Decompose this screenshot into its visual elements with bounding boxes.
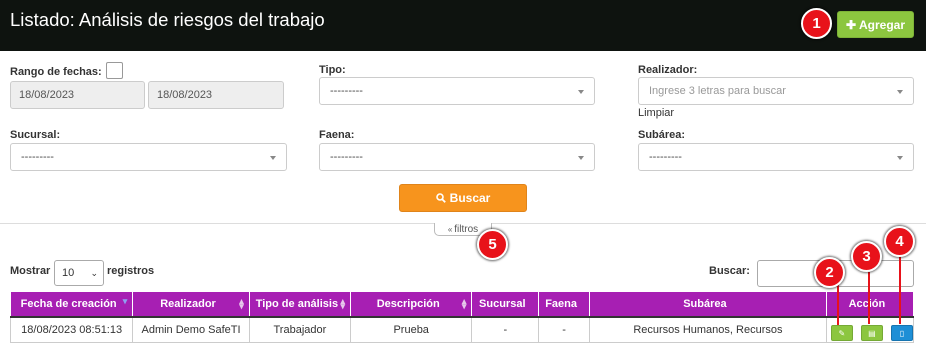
caret-down-icon	[897, 90, 903, 94]
page-length-value: 10	[62, 267, 75, 279]
cell-tipo: Trabajador	[248, 315, 352, 343]
cell-faena: -	[538, 315, 590, 343]
annotation-badge-3: 3	[851, 241, 882, 272]
col-faena-label: Faena	[545, 297, 577, 310]
add-button[interactable]: ✚ Agregar	[837, 11, 914, 38]
sucursal-value: ---------	[21, 151, 54, 163]
caret-down-icon	[578, 90, 584, 94]
annotation-badge-5: 5	[477, 229, 508, 260]
records-label: registros	[107, 265, 155, 277]
chevron-down-icon: ⌄	[90, 268, 98, 278]
clear-link[interactable]: Limpiar	[638, 107, 674, 119]
col-realizador-label: Realizador	[160, 297, 216, 310]
tipo-value: ---------	[330, 85, 363, 97]
col-subarea-label: Subárea	[683, 297, 727, 310]
plus-icon: ✚	[845, 17, 857, 32]
date-range-checkbox[interactable]	[106, 62, 123, 79]
col-descripcion-label: Descripción	[376, 297, 440, 310]
magnifier-icon	[435, 193, 446, 203]
annotation-badge-1: 1	[801, 8, 832, 39]
subarea-select[interactable]: ---------	[638, 143, 914, 171]
caret-down-icon	[897, 156, 903, 160]
caret-down-icon	[578, 156, 584, 160]
faena-value: ---------	[330, 151, 363, 163]
edit-button[interactable]: ✎	[830, 324, 853, 341]
faena-select[interactable]: ---------	[319, 143, 595, 171]
pdf-button[interactable]: ▯	[890, 324, 913, 341]
search-button[interactable]: Buscar	[399, 184, 527, 212]
table-row: 18/08/2023 08:51:13 Admin Demo SafeTI Tr…	[9, 315, 915, 343]
page-header: Listado: Análisis de riesgos del trabajo…	[0, 0, 926, 51]
page-length-select[interactable]: 10 ⌄	[54, 260, 104, 286]
document-icon: ▯	[899, 328, 905, 338]
annotation-badge-4: 4	[884, 226, 915, 257]
col-realizador[interactable]: Realizador ▴ ▾	[132, 291, 250, 317]
annotation-arrow-4	[899, 252, 901, 324]
realizador-placeholder: Ingrese 3 letras para buscar	[649, 85, 786, 97]
tipo-label: Tipo:	[319, 64, 346, 76]
date-from-input[interactable]: 18/08/2023	[10, 81, 145, 109]
search-button-label: Buscar	[449, 191, 491, 205]
col-faena[interactable]: Faena	[538, 291, 590, 317]
add-button-label: Agregar	[859, 17, 906, 32]
cell-descripcion: Prueba	[350, 315, 473, 343]
subarea-label: Subárea:	[638, 129, 686, 141]
sort-icon: ▾	[122, 296, 128, 306]
view-button[interactable]: ▤	[860, 324, 883, 341]
cell-fecha: 18/08/2023 08:51:13	[9, 315, 134, 343]
subarea-value: ---------	[649, 151, 682, 163]
col-sucursal-label: Sucursal	[479, 297, 526, 310]
realizador-label: Realizador:	[638, 64, 698, 76]
cell-realizador: Admin Demo SafeTI	[132, 315, 250, 343]
col-tipo[interactable]: Tipo de análisis ▴ ▾	[248, 291, 352, 317]
caret-down-icon	[270, 156, 276, 160]
col-subarea[interactable]: Subárea	[589, 291, 827, 317]
col-accion-label: Acción	[848, 297, 886, 310]
table-search-label: Buscar:	[709, 265, 750, 277]
faena-label: Faena:	[319, 129, 355, 141]
col-fecha[interactable]: Fecha de creación ▾	[9, 291, 134, 317]
col-fecha-label: Fecha de creación	[20, 297, 117, 310]
page-title: Listado: Análisis de riesgos del trabajo	[10, 9, 325, 30]
col-tipo-label: Tipo de análisis	[255, 297, 339, 310]
col-descripcion[interactable]: Descripción ▴ ▾	[350, 291, 473, 317]
list-icon: ▤	[868, 328, 876, 338]
sort-icon: ▴ ▾	[340, 296, 346, 311]
sucursal-select[interactable]: ---------	[10, 143, 287, 171]
date-range-label: Rango de fechas:	[10, 66, 102, 78]
cell-subarea: Recursos Humanos, Recursos	[589, 315, 827, 343]
col-sucursal[interactable]: Sucursal	[471, 291, 540, 317]
realizador-select[interactable]: Ingrese 3 letras para buscar	[638, 77, 914, 105]
date-to-input[interactable]: 18/08/2023	[148, 81, 284, 109]
results-table: Fecha de creación ▾ Realizador ▴ ▾ Tipo de …	[9, 291, 915, 343]
show-label: Mostrar	[10, 265, 51, 277]
sucursal-label: Sucursal:	[10, 129, 61, 141]
double-chevron-up-icon: «	[447, 224, 453, 234]
table-header-row: Fecha de creación ▾ Realizador ▴ ▾ Tipo de …	[9, 291, 915, 317]
annotation-arrow-3	[868, 272, 870, 324]
annotation-arrow-2	[837, 284, 839, 325]
sort-icon: ▴ ▾	[239, 296, 244, 311]
filters-toggle-label: filtros	[454, 223, 479, 235]
cell-sucursal: -	[471, 315, 540, 343]
annotation-badge-2: 2	[814, 257, 845, 288]
sort-icon: ▴ ▾	[461, 296, 467, 311]
pencil-icon: ✎	[838, 328, 846, 338]
tipo-select[interactable]: ---------	[319, 77, 595, 105]
